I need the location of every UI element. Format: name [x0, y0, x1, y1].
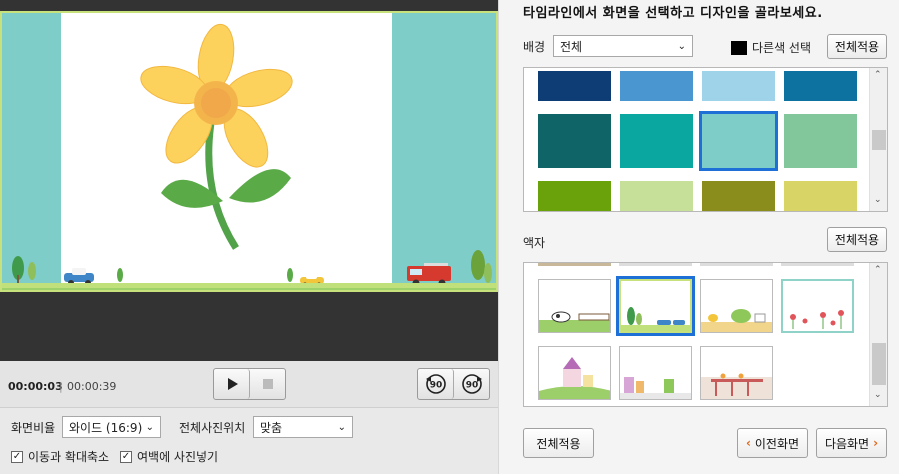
frame-thumbnail-selected[interactable] — [616, 276, 695, 336]
frame-partial — [538, 263, 611, 266]
frame-thumbnail[interactable] — [619, 346, 692, 400]
move-zoom-label: 이동과 확대축소 — [28, 450, 110, 464]
color-swatch[interactable] — [620, 114, 693, 168]
move-zoom-checkbox[interactable]: ✓ — [11, 450, 23, 463]
instruction-text: 타임라인에서 화면을 선택하고 디자인을 골라보세요. — [523, 6, 823, 21]
frame-thumbnail[interactable] — [538, 346, 611, 400]
background-value: 전체 — [560, 39, 583, 54]
previous-screen-button[interactable]: ‹ 이전화면 — [737, 428, 808, 458]
flower-frame-art — [790, 310, 844, 329]
color-swatch[interactable] — [702, 71, 775, 101]
chevron-right-icon: › — [873, 436, 879, 450]
frame-label: 액자 — [523, 236, 546, 250]
move-zoom-option[interactable]: ✓ 이동과 확대축소 — [11, 448, 109, 465]
apply-all-button[interactable]: 전체적용 — [523, 428, 594, 458]
color-palette-scrollbar[interactable]: ⌃ ⌄ — [869, 68, 887, 211]
aspect-ratio-select[interactable]: 와이드 (16:9) ⌄ — [62, 416, 161, 438]
color-swatch-selected[interactable] — [699, 111, 778, 171]
other-color-label: 다른색 선택 — [752, 41, 812, 55]
apply-all-frame-button[interactable]: 전체적용 — [827, 227, 887, 252]
color-swatch[interactable] — [538, 181, 611, 211]
rotate-right-label: 90 — [466, 381, 479, 391]
rotate-right-icon: 90 — [462, 374, 482, 394]
slide-canvas[interactable] — [0, 11, 498, 292]
color-palette-panel: ⌃ ⌄ — [523, 67, 888, 212]
color-swatch[interactable] — [702, 181, 775, 211]
color-swatch[interactable] — [784, 181, 857, 211]
apply-all-background-button[interactable]: 전체적용 — [827, 34, 887, 59]
next-screen-button[interactable]: 다음화면 › — [816, 428, 887, 458]
rotate-controls: 90 90 — [417, 368, 490, 400]
next-screen-label: 다음화면 — [824, 436, 870, 451]
rotate-left-icon: 90 — [425, 374, 446, 394]
aspect-ratio-label: 화면비율 — [11, 421, 56, 435]
previous-screen-label: 이전화면 — [754, 436, 800, 451]
color-swatch[interactable] — [784, 114, 857, 168]
color-swatch[interactable] — [620, 181, 693, 211]
color-swatch[interactable] — [538, 71, 611, 101]
photo-position-value: 맞춤 — [260, 420, 283, 435]
car-frame-art — [621, 307, 690, 331]
frame-thumbnail[interactable] — [538, 279, 611, 333]
color-row-2 — [538, 111, 857, 171]
scrollbar-thumb[interactable] — [872, 343, 886, 385]
background-decoration — [12, 250, 492, 288]
color-swatch[interactable] — [620, 71, 693, 101]
aspect-ratio-value: 와이드 (16:9) — [69, 420, 143, 435]
design-pane: 타임라인에서 화면을 선택하고 디자인을 골라보세요. 배경 전체 ⌄ 다른색 … — [498, 0, 899, 474]
margin-fill-option[interactable]: ✓ 여백에 사진넣기 — [120, 448, 218, 465]
playback-controls — [213, 368, 286, 400]
village-frame-art — [701, 309, 772, 332]
table-frame-art — [701, 373, 772, 399]
frame-partial — [700, 263, 773, 266]
scroll-down-icon[interactable]: ⌄ — [874, 390, 882, 400]
frame-thumbnail[interactable] — [700, 279, 773, 333]
photo-position-select[interactable]: 맞춤 ⌄ — [253, 416, 353, 438]
chevron-down-icon: ⌄ — [145, 421, 154, 433]
farm-frame-art — [539, 311, 610, 332]
rotate-right-button[interactable]: 90 — [454, 369, 490, 399]
frame-partial — [781, 263, 854, 266]
frame-panel-scrollbar[interactable]: ⌃ ⌄ — [869, 263, 887, 406]
rotate-left-button[interactable]: 90 — [418, 369, 454, 399]
background-select[interactable]: 전체 ⌄ — [553, 35, 693, 57]
play-icon — [227, 378, 238, 390]
color-swatch[interactable] — [538, 114, 611, 168]
toy-frame-art — [620, 377, 691, 399]
play-button[interactable] — [214, 369, 250, 399]
frame-panel: ⌃ ⌄ — [523, 262, 888, 407]
margin-fill-label: 여백에 사진넣기 — [137, 450, 219, 464]
preview-pane: 00:00:03 | 00:00:39 90 90 화면비율 와이드 (16:9… — [0, 0, 498, 474]
scroll-up-icon[interactable]: ⌃ — [874, 70, 882, 80]
options-area: 화면비율 와이드 (16:9) ⌄ 전체사진위치 맞춤 ⌄ ✓ 이동과 확대축소… — [0, 408, 498, 474]
castle-frame-art — [539, 357, 610, 399]
other-color-option[interactable]: 다른색 선택 — [731, 39, 811, 56]
scroll-up-icon[interactable]: ⌃ — [874, 265, 882, 275]
margin-fill-checkbox[interactable]: ✓ — [120, 450, 132, 463]
chevron-down-icon: ⌄ — [337, 421, 346, 433]
chevron-down-icon: ⌄ — [677, 40, 686, 52]
color-picker-swatch[interactable] — [731, 40, 747, 55]
color-row-1 — [538, 71, 857, 101]
background-label: 배경 — [523, 40, 546, 54]
frame-thumbnail[interactable] — [781, 279, 854, 333]
color-swatch[interactable] — [784, 71, 857, 101]
total-time: 00:00:39 — [67, 380, 117, 393]
ground-line — [2, 288, 496, 290]
time-separator: | — [59, 380, 63, 393]
scrollbar-thumb[interactable] — [872, 130, 886, 150]
frame-partial — [619, 263, 692, 266]
scroll-down-icon[interactable]: ⌄ — [874, 195, 882, 205]
stop-button[interactable] — [250, 369, 286, 399]
photo-position-label: 전체사진위치 — [179, 421, 246, 435]
chevron-left-icon: ‹ — [745, 436, 751, 450]
rotate-left-label: 90 — [429, 381, 442, 391]
stop-icon — [263, 379, 273, 389]
current-time: 00:00:03 — [8, 380, 63, 393]
color-row-3 — [538, 181, 857, 211]
frame-thumbnail[interactable] — [700, 346, 773, 400]
